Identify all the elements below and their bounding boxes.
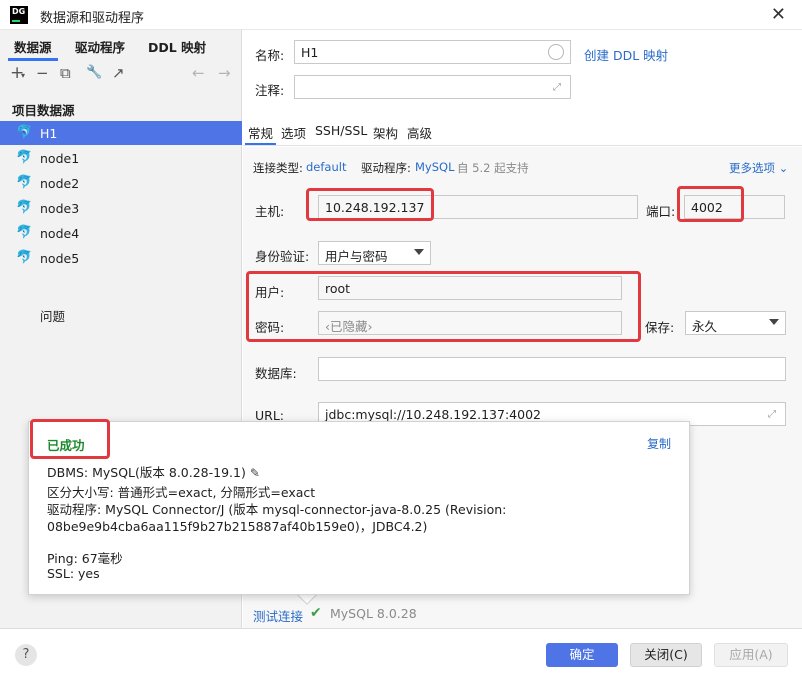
checkmark-icon: ✔ — [310, 605, 322, 621]
chevron-down-icon: ⌄ — [778, 161, 789, 175]
more-options-link[interactable]: 更多选项 ⌄ — [729, 160, 788, 176]
mysql-dolphin-icon: 🐬 — [16, 250, 33, 265]
save-select[interactable]: 永久 — [685, 311, 786, 335]
duplicate-icon[interactable]: ⧉ — [60, 64, 71, 82]
dialog-footer: ? 确定 关闭(C) 应用(A) — [0, 628, 802, 678]
mysql-dolphin-icon: 🐬 — [16, 175, 33, 190]
auth-select[interactable]: 用户与密码 — [318, 241, 431, 265]
connection-type-label: 连接类型: — [253, 161, 303, 175]
close-icon[interactable]: ✕ — [771, 4, 786, 25]
port-label: 端口: — [646, 204, 676, 219]
mysql-dolphin-icon: 🐬 — [16, 125, 33, 140]
add-dropdown-icon[interactable]: ▾ — [21, 67, 25, 85]
sidebar-item-label: node2 — [40, 176, 80, 191]
sidebar-item-label: node3 — [40, 201, 80, 216]
auth-label: 身份验证: — [255, 249, 310, 264]
tab-data-sources[interactable]: 数据源 — [8, 37, 57, 61]
host-label: 主机: — [255, 204, 285, 219]
port-field[interactable]: 4002 — [684, 195, 785, 219]
color-circle-icon[interactable] — [548, 44, 564, 60]
password-field[interactable]: ‹已隐藏› — [318, 311, 622, 335]
sidebar-item-label: H1 — [40, 126, 58, 141]
sidebar-item-label: node5 — [40, 251, 80, 266]
ping-line: Ping: 67毫秒 — [47, 551, 123, 566]
user-field[interactable]: root — [318, 276, 622, 300]
host-field[interactable]: 10.248.192.137 — [318, 195, 638, 219]
copy-link[interactable]: 复制 — [647, 435, 671, 452]
dbms-line: DBMS: MySQL(版本 8.0.28-19.1) ✎ — [47, 465, 260, 480]
sidebar-tabs: 数据源 驱动程序 DDL 映射 — [0, 30, 242, 61]
project-data-sources-title: 项目数据源 — [12, 103, 75, 118]
tab-drivers[interactable]: 驱动程序 — [75, 37, 125, 56]
mysql-dolphin-icon: 🐬 — [16, 150, 33, 165]
sidebar-item-node1[interactable]: 🐬 node1 — [0, 146, 242, 170]
sidebar-item-h1[interactable]: 🐬 H1 — [0, 121, 242, 145]
password-label: 密码: — [255, 320, 285, 335]
driver-support-note: 自 5.2 起支持 — [457, 161, 529, 175]
database-field[interactable] — [318, 357, 786, 381]
sidebar-item-problems[interactable]: 问题 — [40, 306, 65, 325]
mysql-dolphin-icon: 🐬 — [16, 225, 33, 240]
remove-icon[interactable]: − — [36, 64, 49, 82]
tab-schemas[interactable]: 架构 — [373, 123, 398, 142]
connection-result-popup: 已成功 复制 DBMS: MySQL(版本 8.0.28-19.1) ✎ 区分大… — [28, 421, 690, 595]
expand-icon[interactable]: ⤢ — [768, 409, 776, 420]
create-ddl-mapping-link[interactable]: 创建 DDL 映射 — [584, 45, 668, 64]
success-status: 已成功 — [47, 438, 85, 453]
ssl-line: SSL: yes — [47, 566, 100, 581]
tab-general[interactable]: 常规 — [244, 123, 277, 145]
test-connection-link[interactable]: 测试连接 — [253, 606, 303, 625]
ok-button[interactable]: 确定 — [546, 643, 618, 667]
mysql-dolphin-icon: 🐬 — [16, 200, 33, 215]
sidebar-toolbar: + ▾ − ⧉ 🔧 ↗ ← → — [10, 64, 240, 84]
window-title: 数据源和驱动程序 — [40, 11, 145, 26]
tab-ddl-mappings[interactable]: DDL 映射 — [148, 37, 206, 56]
sidebar-item-node2[interactable]: 🐬 node2 — [0, 171, 242, 195]
connection-type-link[interactable]: default — [306, 160, 346, 174]
sidebar-item-label: node1 — [40, 151, 80, 166]
save-label: 保存: — [645, 320, 675, 335]
tab-ssh-ssl[interactable]: SSH/SSL — [315, 123, 367, 138]
help-icon[interactable]: ? — [15, 644, 37, 666]
pencil-icon[interactable]: ✎ — [250, 466, 260, 480]
sidebar-item-node4[interactable]: 🐬 node4 — [0, 221, 242, 245]
apply-button[interactable]: 应用(A) — [714, 643, 788, 667]
dropdown-caret-icon — [769, 319, 779, 325]
title-bar: DG 数据源和驱动程序 ✕ — [0, 0, 802, 30]
sidebar-item-label: node4 — [40, 226, 80, 241]
settings-tabs: 常规 选项 SSH/SSL 架构 高级 — [243, 118, 802, 146]
sidebar-item-node5[interactable]: 🐬 node5 — [0, 246, 242, 270]
back-arrow-icon[interactable]: ← — [192, 64, 205, 82]
driver-revision-line: 08be9e9b4cba6aa115f9b27b215887af40b159e0… — [47, 519, 428, 534]
comment-field[interactable] — [294, 75, 571, 99]
database-label: 数据库: — [255, 366, 297, 381]
name-label: 名称: — [255, 48, 285, 63]
datagrip-app-icon: DG — [10, 6, 28, 24]
name-field[interactable]: H1 — [294, 40, 571, 64]
tab-advanced[interactable]: 高级 — [407, 123, 432, 142]
dropdown-caret-icon — [414, 249, 424, 255]
tab-options[interactable]: 选项 — [281, 123, 306, 142]
comment-label: 注释: — [255, 83, 285, 98]
sidebar-item-node3[interactable]: 🐬 node3 — [0, 196, 242, 220]
driver-label: 驱动程序: — [361, 161, 411, 175]
forward-arrow-icon[interactable]: → — [218, 64, 231, 82]
driver-link[interactable]: MySQL — [415, 160, 455, 174]
user-label: 用户: — [255, 285, 285, 300]
close-button[interactable]: 关闭(C) — [630, 643, 702, 667]
expand-icon[interactable]: ⤢ — [553, 82, 561, 93]
jump-to-icon[interactable]: ↗ — [112, 64, 125, 82]
wrench-icon[interactable]: 🔧 — [86, 64, 102, 82]
mysql-version-text: MySQL 8.0.28 — [330, 606, 417, 621]
